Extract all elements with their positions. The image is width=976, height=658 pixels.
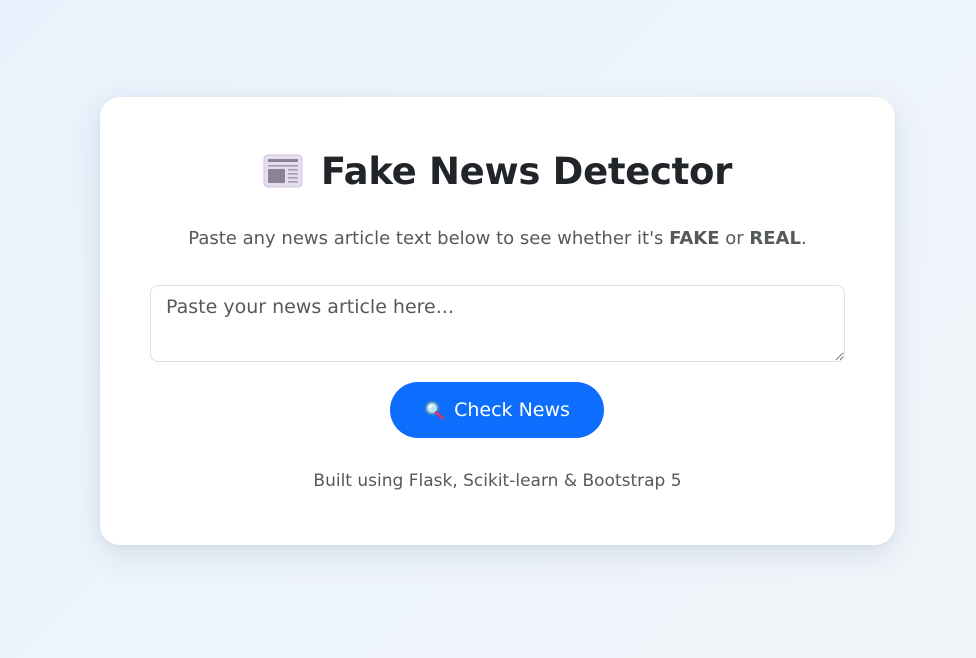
newspaper-icon xyxy=(263,154,303,188)
title-row: Fake News Detector xyxy=(100,143,895,199)
fake-label: FAKE xyxy=(669,228,720,249)
intro-text-middle: or xyxy=(719,228,750,249)
footer-credits: Built using Flask, Scikit-learn & Bootst… xyxy=(313,471,682,491)
article-textarea[interactable] xyxy=(150,285,845,362)
magnifier-icon xyxy=(425,401,444,420)
intro-text: Paste any news article text below to see… xyxy=(100,228,895,249)
check-news-button[interactable]: Check News xyxy=(390,382,604,438)
detector-card: Fake News Detector Paste any news articl… xyxy=(100,97,895,545)
check-news-label: Check News xyxy=(454,399,570,421)
page-title: Fake News Detector xyxy=(320,149,733,193)
real-label: REAL xyxy=(749,228,801,249)
intro-text-before: Paste any news article text below to see… xyxy=(188,228,670,249)
intro-text-after: . xyxy=(800,228,807,249)
